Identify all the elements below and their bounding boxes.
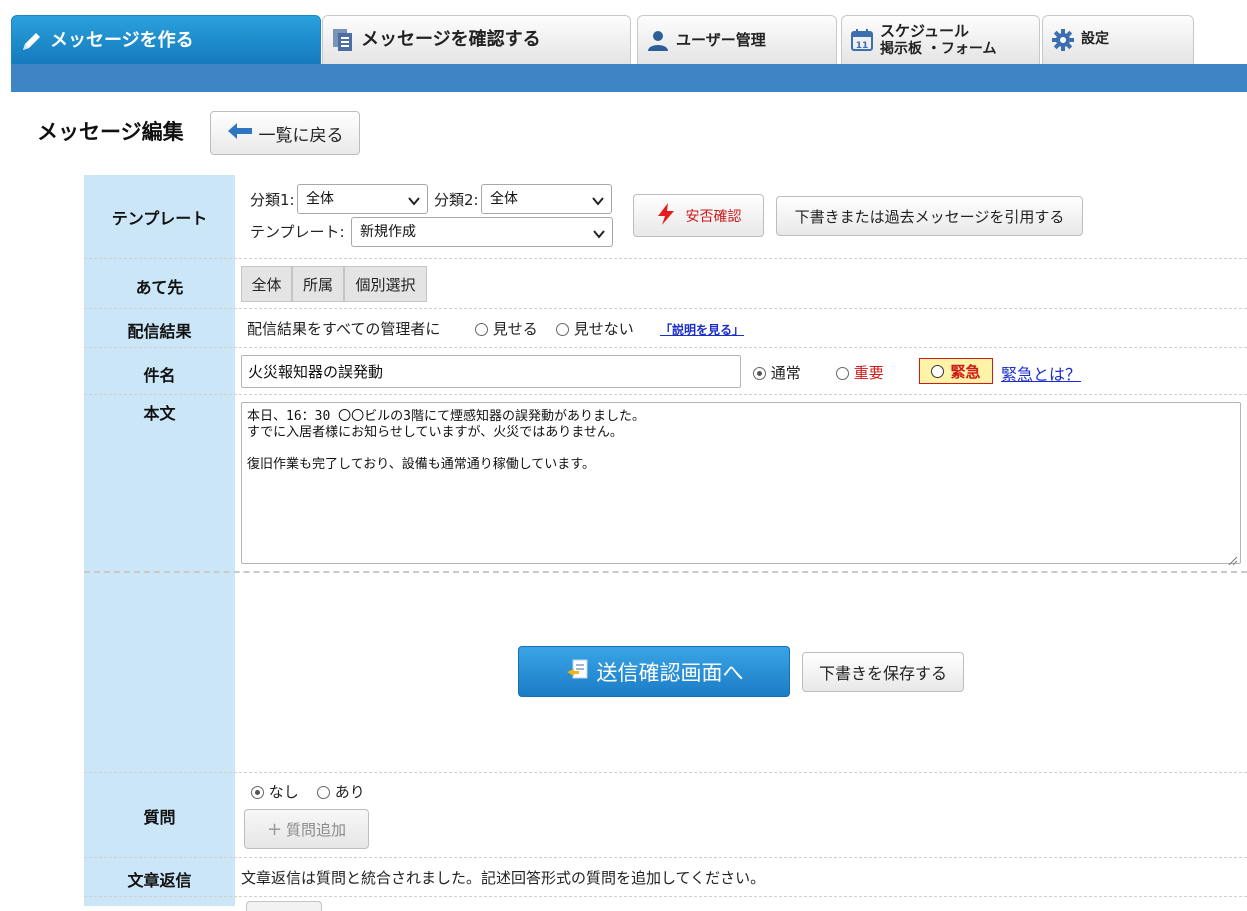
calendar-icon: 11 [850,28,874,52]
text-reply-label: 文章返信 [127,871,192,890]
delivery-show-option[interactable]: 見せる [475,318,538,339]
back-to-list-button[interactable]: 一覧に戻る [210,111,360,155]
recipient-individual-button[interactable]: 個別選択 [344,266,427,302]
save-draft-button[interactable]: 下書きを保存する [802,652,964,692]
question-none-label: なし [268,783,299,801]
delivery-results-label: 配信結果 [127,322,192,341]
tab-settings[interactable]: 設定 [1042,15,1194,64]
tab-sublabel: 掲示板 ・フォーム [880,40,997,57]
recipient-all-button[interactable]: 全体 [241,266,292,302]
row-divider [84,571,1247,573]
add-question-label: 質問追加 [286,820,347,839]
documents-icon [331,27,355,53]
radio-urgent[interactable] [931,364,945,378]
recipient-label: あて先 [135,278,184,297]
safety-confirm-button[interactable]: 安否確認 [633,194,764,237]
category1-select-wrap: 全体 [297,184,428,214]
recipient-row: あて先 全体 所属 個別選択 [84,259,1247,308]
safety-confirm-label: 安否確認 [685,208,742,225]
delivery-hide-option[interactable]: 見せない [556,318,634,339]
pencil-icon [20,29,44,53]
radio-important[interactable] [836,367,849,380]
tab-create-message[interactable]: メッセージを作る [11,15,321,65]
text-reply-notice: 文章返信は質問と統合されました。記述回答形式の質問を追加してください。 [241,869,766,887]
tab-check-messages[interactable]: メッセージを確認する [322,15,631,64]
quote-draft-button[interactable]: 下書きまたは過去メッセージを引用する [776,196,1083,236]
send-confirm-label: 送信確認画面へ [596,660,744,685]
user-icon [646,28,670,52]
category1-label: 分類1: [250,191,295,209]
question-yes-label: あり [334,783,365,801]
radio-none[interactable] [251,786,264,799]
tab-label: スケジュール [880,22,969,41]
radio-show[interactable] [475,323,488,336]
tab-underline-bar [11,64,1247,92]
tab-schedule-board-form[interactable]: 11 スケジュール 掲示板 ・フォーム [841,15,1040,64]
gear-icon [1051,28,1075,52]
tab-label: 設定 [1081,31,1109,48]
question-label: 質問 [143,808,176,827]
body-label: 本文 [143,404,176,423]
tab-label: ユーザー管理 [676,30,766,49]
category2-select-wrap: 全体 [481,184,612,214]
template-label: テンプレート [111,209,208,228]
template-select-wrap: 新規作成 [351,217,613,247]
radio-normal[interactable] [753,367,766,380]
question-row: 質問 なし あり + 質問追加 [84,773,1247,857]
text-reply-row: 文章返信 文章返信は質問と統合されました。記述回答形式の質問を追加してください。 [84,858,1247,896]
subject-label: 件名 [143,366,176,385]
body-textarea[interactable]: 本日、16：30 〇〇ビルの3階にて煙感知器の誤発動がありました。 すでに入居者… [241,402,1241,564]
add-question-button[interactable]: + 質問追加 [244,809,369,849]
delivery-results-row: 配信結果 配信結果をすべての管理者に 見せる 見せない 「説明を見る」 [84,309,1247,347]
svg-text:11: 11 [856,41,869,51]
tab-label: メッセージを確認する [361,29,541,51]
radio-yes[interactable] [317,786,330,799]
urgent-help-link[interactable]: 緊急とは？ [1001,361,1081,385]
resize-handle-icon[interactable] [1228,551,1238,570]
delivery-results-text: 配信結果をすべての管理者に [247,320,441,338]
template-row: テンプレート 分類1: 全体 分類2: 全体 テンプレート: 新規作成 安否確認… [84,175,1247,258]
radio-hide-label: 見せない [573,320,634,338]
row-divider [84,896,1247,897]
category2-label: 分類2: [434,191,479,209]
question-yes-option[interactable]: あり [317,781,365,802]
recipient-department-button[interactable]: 所属 [292,266,344,302]
tab-label-group: スケジュール 掲示板 ・フォーム [880,23,996,57]
template-select-label: テンプレート: [250,223,345,241]
priority-important-option[interactable]: 重要 [836,362,884,383]
category1-select[interactable]: 全体 [297,184,428,214]
priority-normal-option[interactable]: 通常 [753,362,801,383]
template-select[interactable]: 新規作成 [351,217,613,247]
explanation-link[interactable]: 「説明を見る」 [660,321,744,338]
back-button-label: 一覧に戻る [258,125,344,146]
radio-show-label: 見せる [492,320,538,338]
arrow-left-icon [227,122,253,145]
body-row: 本文 本日、16：30 〇〇ビルの3階にて煙感知器の誤発動がありました。 すでに… [84,395,1247,570]
priority-urgent-label: 緊急 [950,362,981,381]
partial-button-cutoff [246,901,322,911]
priority-urgent-option[interactable]: 緊急 [919,358,993,384]
subject-row: 件名 通常 重要 緊急 緊急とは？ [84,348,1247,394]
category2-select[interactable]: 全体 [481,184,612,214]
plus-icon: + [266,818,283,840]
priority-important-label: 重要 [853,364,884,382]
tab-label: メッセージを作る [50,29,194,51]
page-title: メッセージ編集 [37,120,184,144]
question-none-option[interactable]: なし [251,781,299,802]
subject-input[interactable] [241,355,741,388]
lightning-icon [656,202,676,230]
send-document-icon [565,657,591,686]
message-edit-form: テンプレート 分類1: 全体 分類2: 全体 テンプレート: 新規作成 安否確認… [84,175,1247,911]
tab-user-management[interactable]: ユーザー管理 [637,15,837,64]
send-confirm-button[interactable]: 送信確認画面へ [518,646,790,697]
priority-normal-label: 通常 [770,364,801,382]
radio-hide[interactable] [556,323,569,336]
